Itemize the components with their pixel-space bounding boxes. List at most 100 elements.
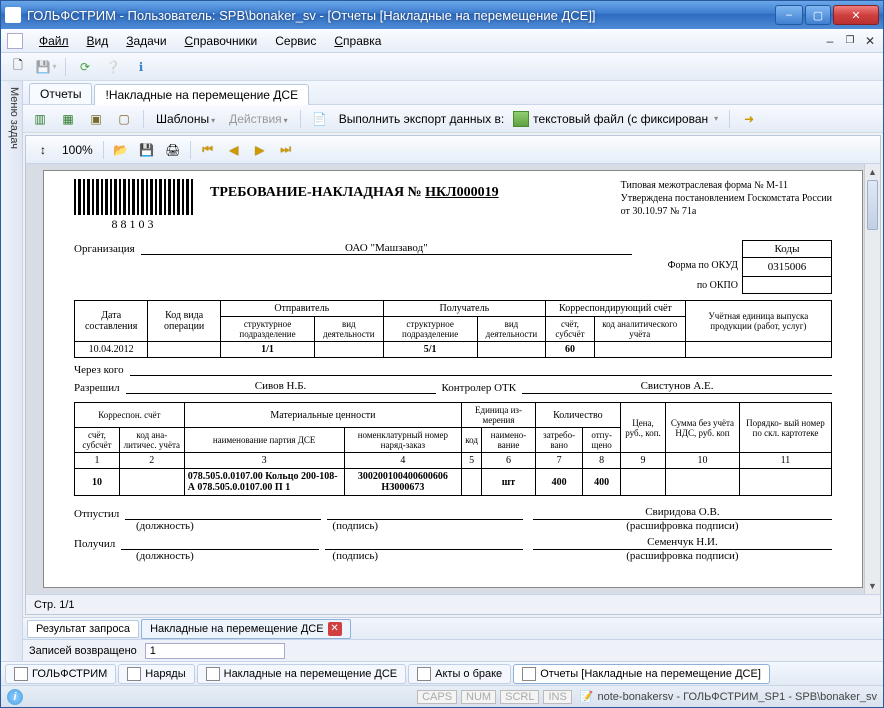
result-bar: Записей возвращено — [23, 639, 883, 661]
org-label: Организация — [74, 243, 135, 255]
scroll-down-icon[interactable]: ▼ — [865, 578, 880, 594]
wtab-invoices[interactable]: Накладные на перемещение ДСЕ — [197, 664, 407, 684]
okud-label: Форма по ОКУД — [668, 256, 738, 276]
tray-info: 📝 note-bonakersv - ГОЛЬФСТРИМ_SP1 - SPB\… — [580, 690, 877, 703]
report-area: ↕ 100% 📂 💾 🖨 ⏮ ◀ ▶ ⏭ — [25, 135, 881, 615]
report-icon — [522, 667, 536, 681]
status-info-icon[interactable]: i — [7, 689, 23, 705]
scrl-indicator: SCRL — [500, 690, 539, 704]
page-indicator: Стр. 1/1 — [26, 594, 880, 614]
menubar: Файл Вид Задачи Справочники Сервис Справ… — [1, 29, 883, 53]
lower-tab-strip: Результат запроса Накладные на перемещен… — [23, 617, 883, 639]
save-report-icon[interactable]: 💾 — [136, 139, 158, 161]
wtab-reports[interactable]: Отчеты [Накладные на перемещение ДСЕ] — [513, 664, 770, 684]
export-icon[interactable]: 📄 — [309, 108, 331, 130]
export-target-combo[interactable]: текстовый файл (с фиксирован▾ — [510, 110, 721, 128]
preview-toolbar: ↕ 100% 📂 💾 🖨 ⏮ ◀ ▶ ⏭ — [26, 136, 880, 164]
lower-tab-invoices[interactable]: Накладные на перемещение ДСЕ ✕ — [141, 619, 351, 639]
form-meta: Типовая межотраслевая форма № М-11 Утвер… — [621, 179, 832, 218]
wtab-golfstream[interactable]: ГОЛЬФСТРИМ — [5, 664, 116, 684]
new-doc-icon[interactable]: 🗋 — [7, 56, 29, 78]
otk-label: Контролер ОТК — [442, 382, 517, 394]
defect-icon — [417, 667, 431, 681]
menu-service[interactable]: Сервис — [267, 31, 324, 51]
report-tabstrip: Отчеты !Накладные на перемещение ДСЕ — [23, 81, 883, 105]
tab-reports[interactable]: Отчеты — [29, 83, 92, 104]
note-icon: 📝 — [580, 690, 594, 703]
mdi-restore-button[interactable]: ❐ — [843, 34, 857, 48]
num-indicator: NUM — [461, 690, 496, 704]
order-icon — [127, 667, 141, 681]
expand-icon[interactable]: ▥ — [29, 108, 51, 130]
okpo-label: по ОКПО — [668, 276, 738, 296]
side-panel-tab-tasks[interactable]: Меню задач — [1, 81, 23, 661]
last-page-icon[interactable]: ⏭ — [275, 139, 297, 161]
info-icon[interactable]: ℹ — [130, 56, 152, 78]
items-table: Корреспон. счёт Материальные ценности Ед… — [74, 402, 832, 496]
refresh-icon[interactable]: ⟳ — [74, 56, 96, 78]
org-value: ОАО "Машзавод" — [141, 242, 632, 255]
invoice-icon — [206, 667, 220, 681]
select-icon[interactable]: ▣ — [85, 108, 107, 130]
allowed-value: Сивов Н.Б. — [126, 380, 436, 394]
window-tabs: ГОЛЬФСТРИМ Наряды Накладные на перемещен… — [1, 661, 883, 685]
prev-page-icon[interactable]: ◀ — [223, 139, 245, 161]
export-label: Выполнить экспорт данных в: — [339, 112, 504, 126]
deselect-icon[interactable]: ▢ — [113, 108, 135, 130]
scroll-up-icon[interactable]: ▲ — [865, 164, 880, 180]
menu-tasks[interactable]: Задачи — [118, 31, 174, 51]
mdi-close-button[interactable]: ✕ — [863, 34, 877, 48]
received-label: Получил — [74, 538, 115, 550]
zoom-level[interactable]: 100% — [58, 143, 97, 157]
scroll-thumb[interactable] — [867, 180, 878, 230]
records-count-input[interactable] — [145, 643, 285, 659]
toolbar-secondary: ▥ ▦ ▣ ▢ Шаблоны▾ Действия▾ 📄 Выполнить э… — [23, 105, 883, 133]
menu-help[interactable]: Справка — [326, 31, 389, 51]
kody-box: Коды 0315006 — [742, 240, 832, 294]
caps-indicator: CAPS — [417, 690, 457, 704]
first-page-icon[interactable]: ⏮ — [197, 139, 219, 161]
report-page: 88103 ТРЕБОВАНИЕ-НАКЛАДНАЯ № НКЛ000019 Т… — [43, 170, 863, 588]
close-button[interactable]: ✕ — [833, 5, 879, 25]
maximize-button[interactable]: ▢ — [805, 5, 831, 25]
statusbar: i CAPS NUM SCRL INS 📝 note-bonakersv - Г… — [1, 685, 883, 707]
menu-view[interactable]: Вид — [79, 31, 117, 51]
templates-dropdown[interactable]: Шаблоны▾ — [152, 112, 219, 126]
tab-invoices[interactable]: !Накладные на перемещение ДСЕ — [94, 84, 309, 105]
menu-file[interactable]: Файл — [31, 31, 77, 51]
text-file-icon — [513, 111, 529, 127]
fit-page-icon[interactable]: ↕ — [32, 139, 54, 161]
via-label: Через кого — [74, 364, 124, 376]
vertical-scrollbar[interactable]: ▲ ▼ — [864, 164, 880, 594]
barcode: 88103 — [74, 179, 194, 232]
ins-indicator: INS — [543, 690, 571, 704]
actions-dropdown[interactable]: Действия▾ — [225, 112, 292, 126]
wtab-orders[interactable]: Наряды — [118, 664, 194, 684]
print-icon[interactable]: 🖨 — [162, 139, 184, 161]
document-icon — [7, 33, 23, 49]
open-icon[interactable]: 📂 — [110, 139, 132, 161]
doc-title: ТРЕБОВАНИЕ-НАКЛАДНАЯ № НКЛ000019 — [210, 185, 499, 201]
wtab-defects[interactable]: Акты о браке — [408, 664, 511, 684]
lower-tab-result[interactable]: Результат запроса — [27, 620, 139, 638]
otk-value: Свистунов А.Е. — [522, 380, 832, 394]
minimize-button[interactable]: – — [775, 5, 803, 25]
mdi-minimize-button[interactable]: – — [823, 34, 837, 48]
report-viewport[interactable]: 88103 ТРЕБОВАНИЕ-НАКЛАДНАЯ № НКЛ000019 Т… — [26, 164, 880, 594]
menu-refs[interactable]: Справочники — [177, 31, 266, 51]
close-tab-icon[interactable]: ✕ — [328, 622, 342, 636]
next-page-icon[interactable]: ▶ — [249, 139, 271, 161]
help-icon[interactable]: ❔ — [102, 56, 124, 78]
records-label: Записей возвращено — [29, 645, 137, 657]
toggle-icon[interactable]: ▦ — [57, 108, 79, 130]
titlebar[interactable]: ГОЛЬФСТРИМ - Пользователь: SPB\bonaker_s… — [1, 1, 883, 29]
run-export-icon[interactable]: ➜ — [738, 108, 760, 130]
toolbar-primary: 🗋 💾▾ ⟳ ❔ ℹ — [1, 53, 883, 81]
allowed-label: Разрешил — [74, 382, 120, 394]
save-icon[interactable]: 💾▾ — [35, 56, 57, 78]
window-title: ГОЛЬФСТРИМ - Пользователь: SPB\bonaker_s… — [27, 8, 775, 23]
golfstream-icon — [14, 667, 28, 681]
app-icon — [5, 7, 21, 23]
via-line — [130, 362, 832, 376]
released-label: Отпустил — [74, 508, 119, 520]
